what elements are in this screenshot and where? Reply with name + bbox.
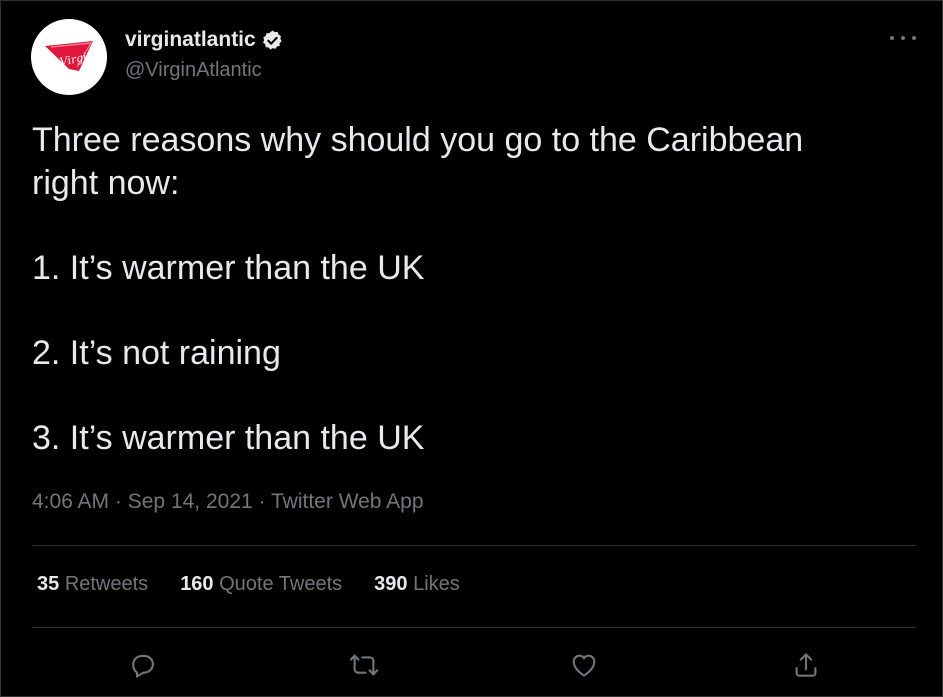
tweet-text: Three reasons why should you go to the C… [32,119,892,460]
likes-label: Likes [413,573,460,595]
verified-badge-icon [262,29,282,50]
reply-button[interactable] [122,645,162,685]
tweet-stats: 35 Retweets 160 Quote Tweets 390 Likes [37,573,460,596]
retweet-icon [349,654,379,676]
like-icon [572,654,596,677]
author-display-name[interactable]: virginatlantic [125,28,256,52]
tweet-text-line: 3. It’s warmer than the UK [32,419,425,457]
tweet-text-line: Three reasons why should you go to the C… [32,121,804,202]
retweets-stat[interactable]: 35 Retweets [37,573,148,596]
author-handle[interactable]: @VirginAtlantic [125,59,262,82]
tweet-header: Virgin virginatlantic @VirginAtlantic [31,19,916,95]
meta-separator: · [258,490,266,513]
like-button[interactable] [564,645,604,685]
quote-tweets-label: Quote Tweets [219,573,343,595]
meta-separator: · [114,490,122,513]
retweet-button[interactable] [344,645,384,685]
tweet-date[interactable]: Sep 14, 2021 [128,490,253,513]
retweets-label: Retweets [64,573,149,595]
author-name-row: virginatlantic [125,28,284,52]
tweet-time[interactable]: 4:06 AM [32,490,109,513]
tweet-source[interactable]: Twitter Web App [271,490,424,513]
more-options-icon[interactable] [890,31,916,45]
divider [32,545,916,546]
retweets-count: 35 [37,573,60,595]
tweet-meta: 4:06 AM · Sep 14, 2021 · Twitter Web App [32,490,424,514]
tweet-text-line: 2. It’s not raining [32,334,281,372]
share-button[interactable] [786,645,826,685]
likes-stat[interactable]: 390 Likes [374,573,460,596]
virgin-logo-icon: Virgin [45,41,95,71]
tweet-text-line: 1. It’s warmer than the UK [32,249,425,287]
quote-tweets-count: 160 [180,573,214,595]
tweet-card: Virgin virginatlantic @VirginAtlantic Th… [0,0,943,697]
reply-icon [132,654,154,678]
quote-tweets-stat[interactable]: 160 Quote Tweets [180,573,342,596]
divider [32,627,916,628]
likes-count: 390 [374,573,408,595]
tweet-actions [32,645,916,685]
share-icon [795,653,817,677]
avatar[interactable]: Virgin [31,19,107,95]
